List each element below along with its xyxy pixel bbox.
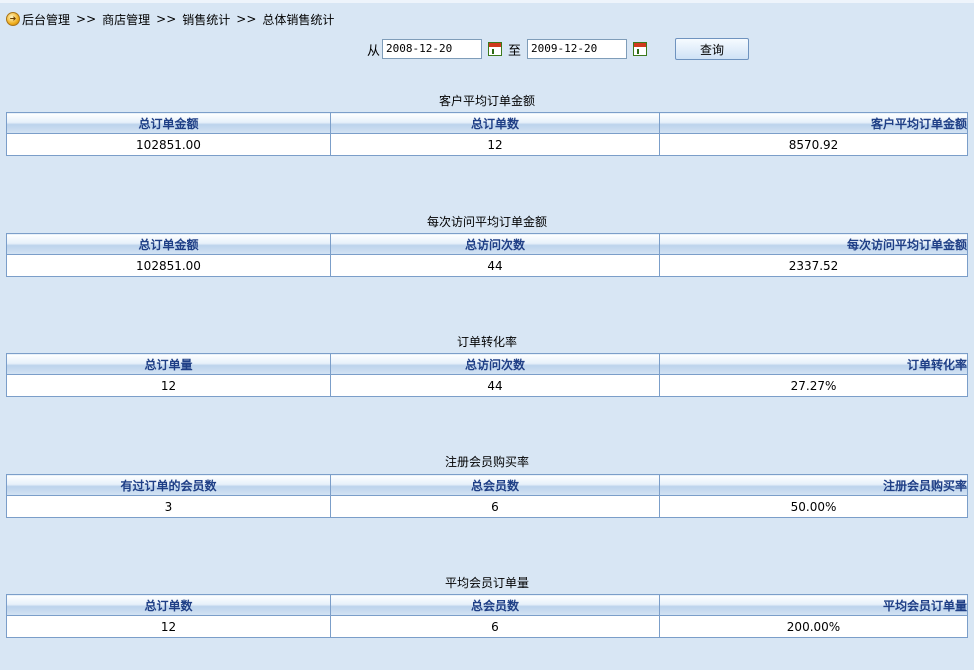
stats-table-avg-member-orders: 总订单数 总会员数 平均会员订单量 12 6 200.00% (6, 594, 968, 638)
calendar-icon[interactable] (633, 42, 648, 56)
table-cell: 2337.52 (659, 254, 968, 277)
breadcrumb-separator: >> (76, 12, 97, 26)
table-row: 3 6 50.00% (6, 495, 968, 518)
table-cell: 6 (330, 495, 660, 518)
table-cell: 44 (330, 374, 660, 397)
section-title-order-conversion-rate: 订单转化率 (456, 335, 517, 349)
calendar-icon[interactable] (488, 42, 503, 56)
table-cell: 200.00% (659, 615, 968, 638)
column-header: 总访问次数 (330, 233, 660, 255)
table-cell: 8570.92 (659, 133, 968, 156)
table-cell: 27.27% (659, 374, 968, 397)
table-cell: 44 (330, 254, 660, 277)
column-header: 总订单量 (6, 353, 331, 375)
table-header-row: 总订单金额 总订单数 客户平均订单金额 (6, 112, 968, 134)
arrow-circle-icon: ➜ (6, 12, 20, 26)
table-cell: 102851.00 (6, 133, 331, 156)
table-cell: 12 (6, 615, 331, 638)
breadcrumb-item-overall-sales: 总体销售统计 (262, 12, 335, 27)
column-header: 客户平均订单金额 (659, 112, 968, 134)
stats-table-order-conversion-rate: 总订单量 总访问次数 订单转化率 12 44 27.27% (6, 353, 968, 397)
stats-table-member-purchase-rate: 有过订单的会员数 总会员数 注册会员购买率 3 6 50.00% (6, 474, 968, 518)
column-header: 订单转化率 (659, 353, 968, 375)
breadcrumb-separator: >> (236, 12, 257, 26)
column-header: 有过订单的会员数 (6, 474, 331, 496)
section-title-avg-order-per-customer: 客户平均订单金额 (438, 94, 535, 108)
breadcrumb-item-shop[interactable]: 商店管理 (102, 11, 150, 28)
table-header-row: 总订单量 总访问次数 订单转化率 (6, 353, 968, 375)
query-button[interactable]: 查询 (675, 38, 750, 60)
column-header: 总订单数 (330, 112, 660, 134)
breadcrumb-separator: >> (156, 12, 177, 26)
table-header-row: 总订单金额 总访问次数 每次访问平均订单金额 (6, 233, 968, 255)
column-header: 总订单金额 (6, 112, 331, 134)
table-cell: 12 (330, 133, 660, 156)
column-header: 总会员数 (330, 474, 660, 496)
table-row: 102851.00 44 2337.52 (6, 254, 968, 277)
section-title-avg-order-per-visit: 每次访问平均订单金额 (426, 215, 547, 229)
table-header-row: 有过订单的会员数 总会员数 注册会员购买率 (6, 474, 968, 496)
top-divider (0, 0, 974, 3)
column-header: 总访问次数 (330, 353, 660, 375)
column-header: 平均会员订单量 (659, 594, 968, 616)
table-cell: 12 (6, 374, 331, 397)
to-date-input[interactable]: 2009-12-20 (527, 39, 628, 59)
table-header-row: 总订单数 总会员数 平均会员订单量 (6, 594, 968, 616)
from-label: 从 (367, 43, 381, 59)
table-cell: 3 (6, 495, 331, 518)
table-cell: 102851.00 (6, 254, 331, 277)
table-cell: 50.00% (659, 495, 968, 518)
table-row: 102851.00 12 8570.92 (6, 133, 968, 156)
breadcrumb-item-admin[interactable]: 后台管理 (22, 11, 70, 28)
from-date-input[interactable]: 2008-12-20 (382, 39, 483, 59)
stats-table-avg-order-per-visit: 总订单金额 总访问次数 每次访问平均订单金额 102851.00 44 2337… (6, 233, 968, 277)
breadcrumb-item-sales-stats[interactable]: 销售统计 (182, 11, 230, 28)
breadcrumb: ➜ 后台管理 >> 商店管理 >> 销售统计 >> 总体销售统计 (6, 10, 334, 28)
column-header: 总会员数 (330, 594, 660, 616)
column-header: 总订单金额 (6, 233, 331, 255)
column-header: 注册会员购买率 (659, 474, 968, 496)
table-row: 12 6 200.00% (6, 615, 968, 638)
column-header: 总订单数 (6, 594, 331, 616)
section-title-member-purchase-rate: 注册会员购买率 (444, 455, 529, 469)
date-filter: 从 2008-12-20 至 2009-12-20 查询 (367, 37, 750, 61)
table-row: 12 44 27.27% (6, 374, 968, 397)
section-title-avg-member-orders: 平均会员订单量 (444, 576, 529, 590)
stats-table-avg-order-per-customer: 总订单金额 总订单数 客户平均订单金额 102851.00 12 8570.92 (6, 112, 968, 156)
table-cell: 6 (330, 615, 660, 638)
to-label: 至 (508, 43, 522, 59)
column-header: 每次访问平均订单金额 (659, 233, 968, 255)
